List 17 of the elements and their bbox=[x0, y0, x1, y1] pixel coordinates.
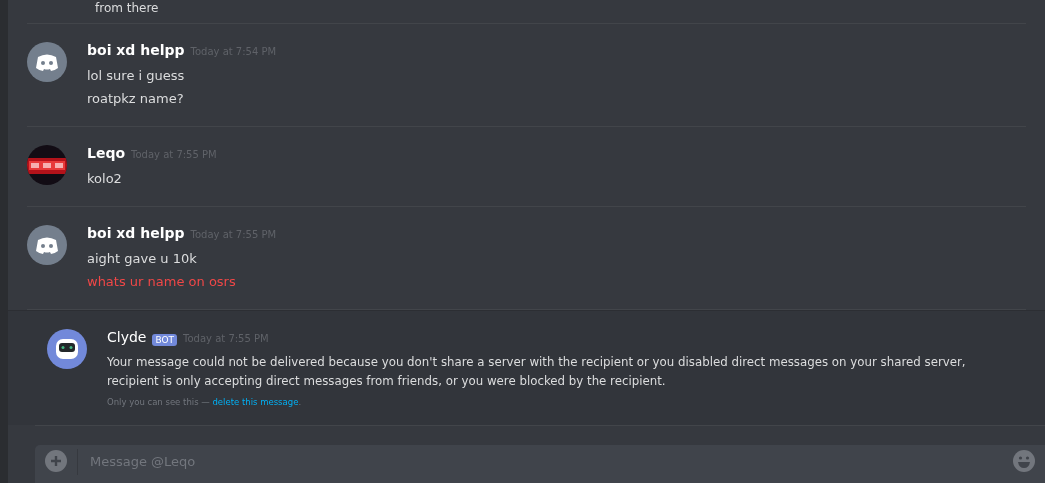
username[interactable]: boi xd helpp bbox=[87, 225, 185, 242]
add-icon[interactable] bbox=[45, 450, 67, 473]
bot-avatar bbox=[47, 329, 87, 370]
message-text: whats ur name on osrs bbox=[87, 273, 237, 292]
message-text: lol sure i guess bbox=[87, 67, 186, 86]
username[interactable]: Leqo bbox=[87, 145, 126, 162]
emoji-icon[interactable] bbox=[1013, 450, 1035, 473]
avatar bbox=[27, 225, 67, 266]
message-text: Your message could not be delivered because you don't share a server with the recipient or you disabled direct messages on your shared server, recipient is only accepting direct messages from friends, or you were blocked by the recipient. bbox=[107, 354, 967, 391]
username[interactable]: Clyde bbox=[107, 329, 147, 346]
message-text: aight gave u 10k bbox=[87, 250, 198, 269]
avatar bbox=[27, 42, 67, 83]
message-text: from there bbox=[95, 1, 159, 16]
username[interactable]: boi xd helpp bbox=[87, 42, 185, 59]
bot-tag: BOT bbox=[152, 334, 178, 347]
message-text: kolo2 bbox=[87, 170, 123, 189]
message-text: roatpkz name? bbox=[87, 90, 185, 109]
